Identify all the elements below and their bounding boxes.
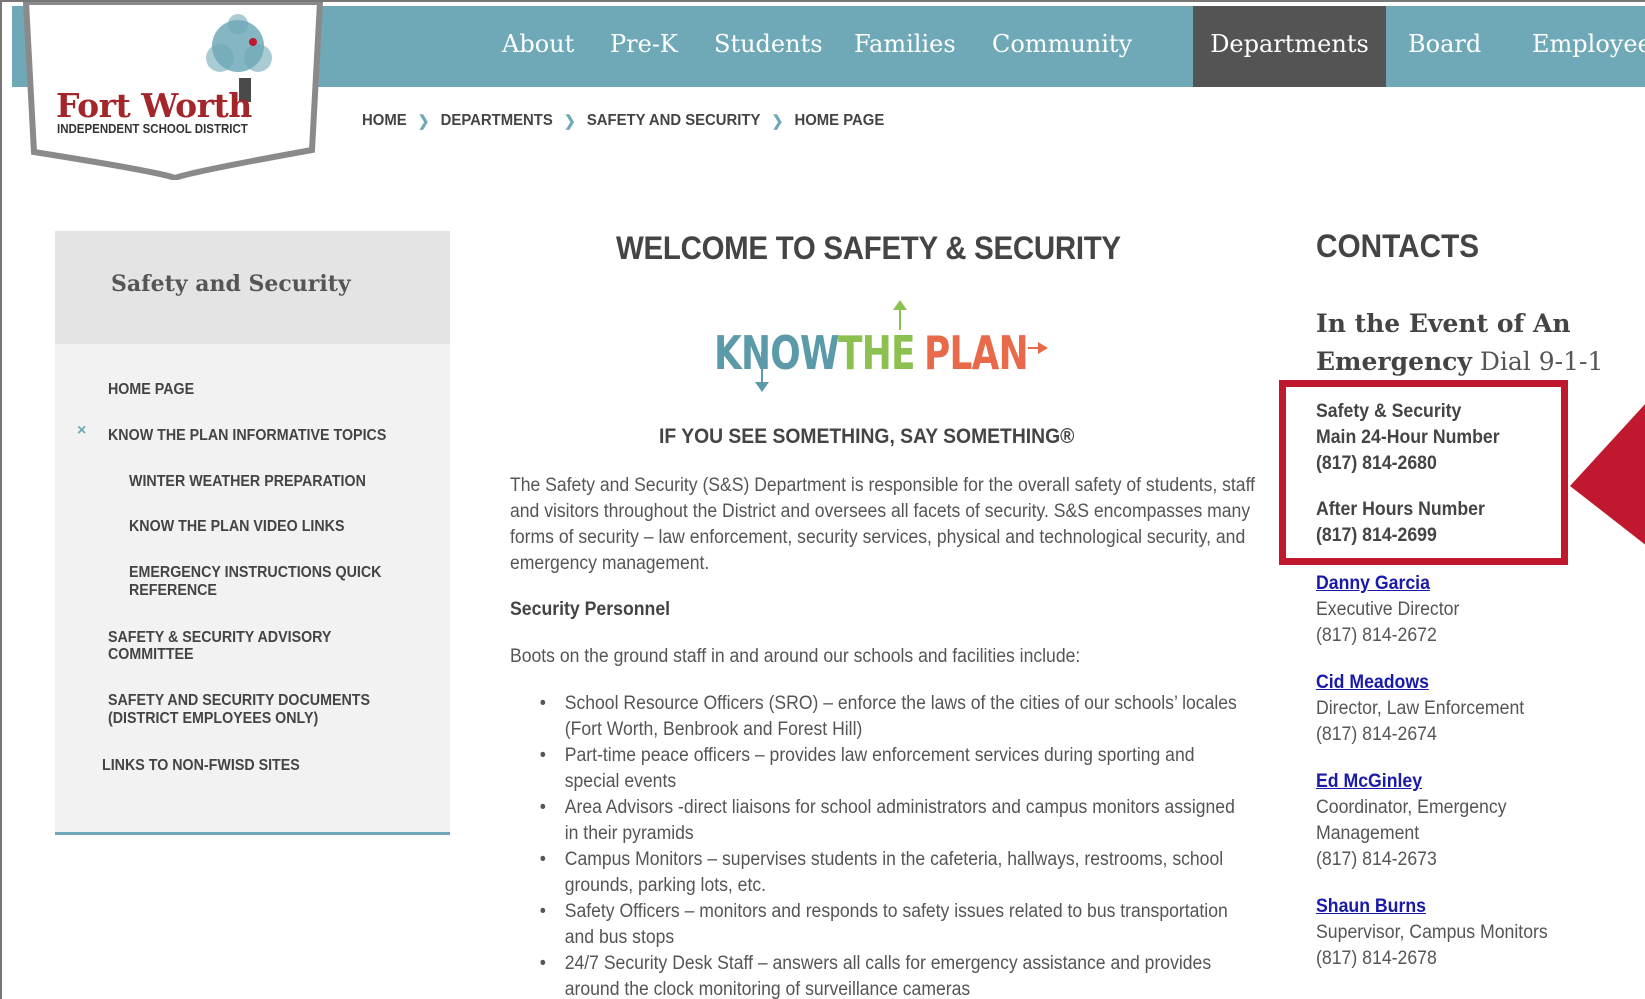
sidebar-item-advisory-committee[interactable]: SAFETY & SECURITY ADVISORY <box>108 629 331 646</box>
sidebar-item-documents[interactable]: SAFETY AND SECURITY DOCUMENTS <box>108 692 370 709</box>
intro-paragraph: The Safety and Security (S&S) Department… <box>510 475 1256 574</box>
tagline: IF YOU SEE SOMETHING, SAY SOMETHING® <box>659 425 1075 448</box>
breadcrumb-current: HOME PAGE <box>794 112 885 129</box>
sidebar-title: Safety and Security <box>111 271 351 297</box>
nav-families[interactable]: Families <box>834 6 976 87</box>
close-icon[interactable]: × <box>77 422 86 440</box>
logo-subtitle: INDEPENDENT SCHOOL DISTRICT <box>57 122 248 136</box>
emergency-dial: Dial 9-1-1 <box>1471 347 1604 376</box>
nav-about[interactable]: About <box>482 6 594 87</box>
personnel-heading: Security Personnel <box>510 599 671 620</box>
personnel-list: School Resource Officers (SRO) – enforce… <box>537 691 1240 999</box>
sidebar-item-documents-2[interactable]: (DISTRICT EMPLOYEES ONLY) <box>108 710 318 727</box>
banner-know: KNOW <box>714 326 840 380</box>
contact-name-link[interactable]: Ed McGinley <box>1316 769 1422 795</box>
sidebar-item-winter-weather[interactable]: WINTER WEATHER PREPARATION <box>129 473 366 490</box>
contact-phone: (817) 814-2673 <box>1316 849 1437 870</box>
contact-title: Director, Law Enforcement <box>1316 698 1525 719</box>
page-title: WELCOME TO SAFETY & SECURITY <box>616 230 1121 266</box>
sidebar-item-emergency-instructions-2[interactable]: REFERENCE <box>129 582 217 599</box>
banner-the: THE <box>838 326 915 380</box>
breadcrumb-home[interactable]: HOME <box>362 112 407 130</box>
sidebar-item-video-links[interactable]: KNOW THE PLAN VIDEO LINKS <box>129 518 344 535</box>
nav-pre-k[interactable]: Pre-K <box>590 6 698 87</box>
logo-title: Fort Worth <box>56 86 252 125</box>
chevron-right-icon: ❯ <box>563 113 576 130</box>
breadcrumb-departments[interactable]: DEPARTMENTS <box>441 112 553 130</box>
sidebar: Safety and Security HOME PAGE × KNOW THE… <box>55 231 450 835</box>
contact-phone: (817) 814-2674 <box>1316 724 1437 745</box>
sidebar-item-home-page[interactable]: HOME PAGE <box>108 381 194 398</box>
list-item: 24/7 Security Desk Staff – answers all c… <box>537 951 1240 999</box>
sidebar-item-links[interactable]: LINKS TO NON-FWISD SITES <box>102 757 300 774</box>
know-the-plan-banner: KNOW THE PLAN <box>702 290 1062 400</box>
nav-departments[interactable]: Departments <box>1193 6 1386 87</box>
banner-plan: PLAN <box>924 326 1029 380</box>
list-item: Part-time peace officers – provides law … <box>537 743 1240 795</box>
after-hours-label: After Hours Number <box>1316 499 1485 520</box>
nav-community[interactable]: Community <box>972 6 1152 87</box>
nav-board[interactable]: Board <box>1388 6 1501 87</box>
sidebar-header: Safety and Security <box>55 231 450 344</box>
breadcrumb-safety[interactable]: SAFETY AND SECURITY <box>587 112 761 130</box>
list-item: Safety Officers – monitors and responds … <box>537 899 1240 951</box>
contacts-heading: CONTACTS <box>1316 228 1480 264</box>
contact-title: Supervisor, Campus Monitors <box>1316 922 1548 943</box>
list-item: Area Advisors -direct liaisons for schoo… <box>537 795 1240 847</box>
sidebar-item-advisory-committee-2[interactable]: COMMITTEE <box>108 646 194 663</box>
after-hours-phone[interactable]: (817) 814-2699 <box>1316 523 1437 549</box>
list-item: Campus Monitors – supervises students in… <box>537 847 1240 899</box>
main-phone[interactable]: (817) 814-2680 <box>1316 451 1437 477</box>
browser-viewport: About Pre-K Students Families Community … <box>0 0 1645 999</box>
callout-arrow-icon <box>1570 404 1645 545</box>
district-logo[interactable]: Fort Worth INDEPENDENT SCHOOL DISTRICT <box>20 2 330 180</box>
nav-employees[interactable]: Employees <box>1512 6 1645 87</box>
main-line-label: Safety & Security <box>1316 401 1462 422</box>
sidebar-item-know-the-plan[interactable]: KNOW THE PLAN INFORMATIVE TOPICS <box>108 427 386 444</box>
sidebar-item-emergency-instructions[interactable]: EMERGENCY INSTRUCTIONS QUICK <box>129 564 381 581</box>
contact-phone: (817) 814-2672 <box>1316 625 1437 646</box>
contact-phone: (817) 814-2678 <box>1316 948 1437 969</box>
contact-title-2: Management <box>1316 823 1420 844</box>
contact-name-link[interactable]: Shaun Burns <box>1316 894 1426 920</box>
contact-title: Executive Director <box>1316 599 1460 620</box>
chevron-right-icon: ❯ <box>771 113 784 130</box>
personnel-intro: Boots on the ground staff in and around … <box>510 646 1081 667</box>
main-line-label-2: Main 24-Hour Number <box>1316 427 1500 448</box>
chevron-right-icon: ❯ <box>417 113 430 130</box>
nav-students[interactable]: Students <box>694 6 843 87</box>
contact-name-link[interactable]: Cid Meadows <box>1316 670 1429 696</box>
list-item: School Resource Officers (SRO) – enforce… <box>537 691 1240 743</box>
emergency-notice: In the Event of An Emergency Dial 9-1-1 <box>1316 305 1636 381</box>
contact-name-link[interactable]: Danny Garcia <box>1316 571 1430 597</box>
contact-title: Coordinator, Emergency <box>1316 797 1507 818</box>
breadcrumb: HOME ❯ DEPARTMENTS ❯ SAFETY AND SECURITY… <box>362 112 884 130</box>
